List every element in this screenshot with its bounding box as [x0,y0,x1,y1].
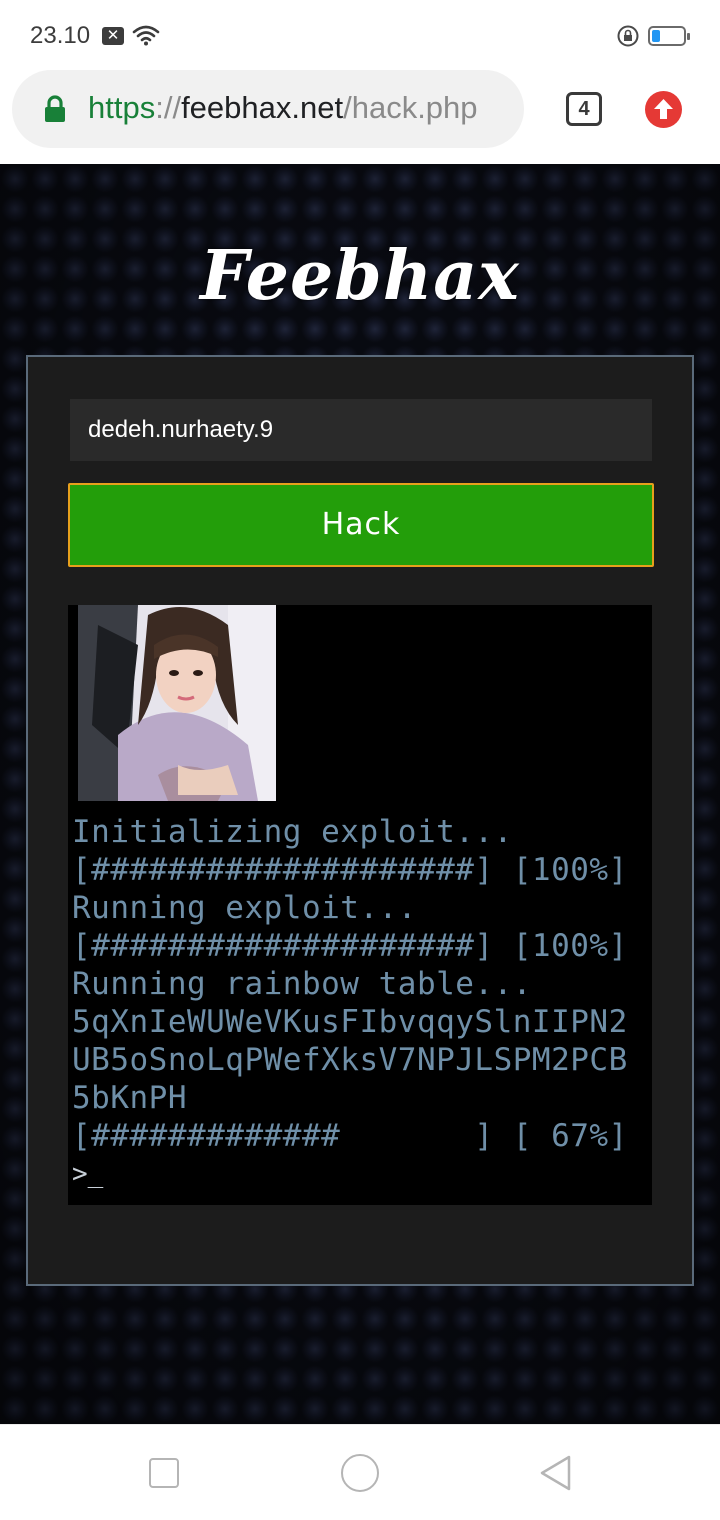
terminal-prompt: >_ [72,1159,104,1189]
terminal-line: Running exploit... [72,890,417,926]
hack-panel: dedeh.nurhaety.9 Hack Initializing explo… [26,355,694,1286]
terminal-line: [####################] [100%] [72,928,628,964]
terminal-line: 5bKnPH [72,1080,187,1116]
terminal-line: 5qXnIeWUWeVKusFIbvqqySlnIIPN2 [72,1004,628,1040]
hack-button[interactable]: Hack [68,483,654,567]
status-bar: 23.10 ✕ [0,0,720,72]
username-input[interactable]: dedeh.nurhaety.9 [70,399,652,461]
terminal-line: Initializing exploit... [72,814,513,850]
secure-lock-icon [45,95,65,122]
terminal-line: UB5oSnoLqPWefXksV7NPJLSPM2PCB [72,1042,628,1078]
nav-recents-icon[interactable] [149,1458,179,1488]
tabs-icon[interactable]: 4 [566,92,602,126]
wifi-icon [132,25,160,46]
terminal-line: [############# ] [ 67%] [72,1118,628,1154]
upload-arrow-glyph [654,99,673,119]
url-host: feebhax.net [181,90,344,125]
terminal-output: Initializing exploit... [###############… [68,605,652,1205]
battery-icon [648,26,690,46]
nav-back-icon[interactable] [539,1454,573,1492]
status-time: 23.10 [30,22,91,49]
system-nav-bar [0,1424,720,1520]
terminal-lines: Initializing exploit... [###############… [72,813,650,1193]
x-notification-icon: ✕ [102,27,124,45]
url-text[interactable]: https://feebhax.net/hack.php [88,90,478,126]
url-scheme: https [88,90,156,125]
terminal-line: [####################] [100%] [72,852,628,888]
lock-rotation-icon [617,25,639,47]
profile-photo [78,605,276,801]
url-path: /hack.php [343,90,478,125]
web-page: Feebhax dedeh.nurhaety.9 Hack Initializi… [0,164,720,1424]
upload-arrow-icon[interactable] [645,91,682,128]
site-logo[interactable]: Feebhax [0,236,720,316]
nav-home-icon[interactable] [341,1454,379,1492]
terminal-line: Running rainbow table... [72,966,532,1002]
url-separator: :// [155,90,182,125]
